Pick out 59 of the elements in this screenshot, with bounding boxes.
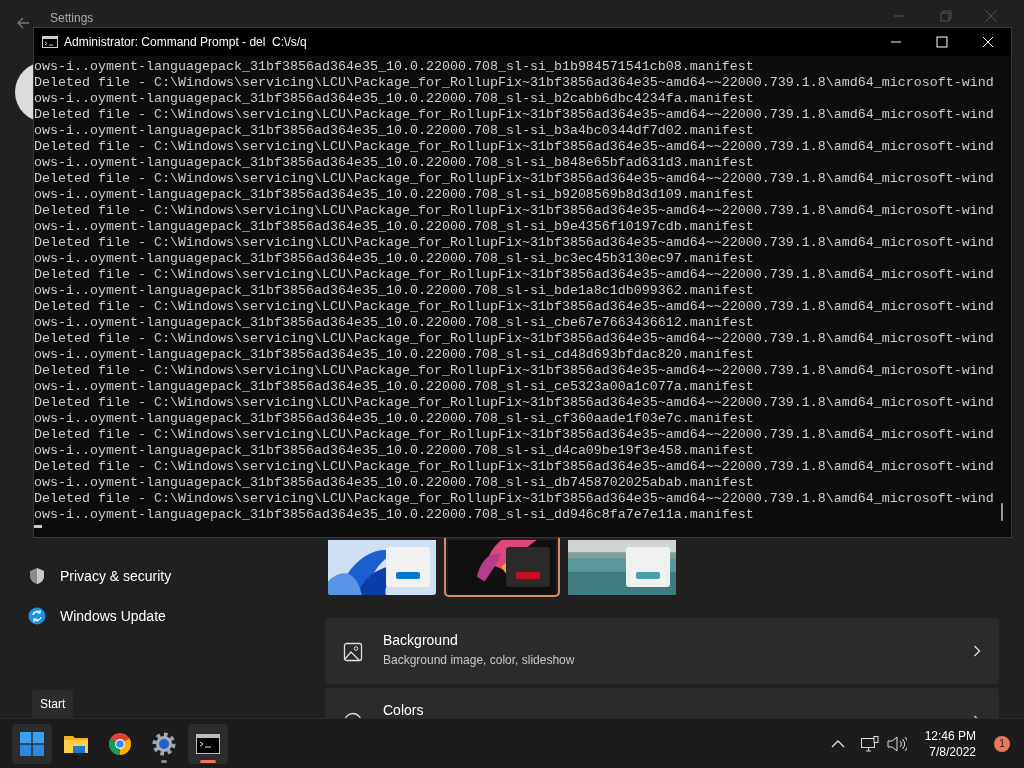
console-line: Deleted file - C:\Windows\servicing\LCU\Package_for_RollupFix~31bf3856ad364e35~amd64~~22000.739.1.8\amd64_microsoft-wind	[34, 331, 995, 347]
console-line: ows-i..oyment-languagepack_31bf3856ad364e35_10.0.22000.708_sl-si_cd48d693bfdac820.manifest	[34, 347, 755, 363]
console-line: Deleted file - C:\Windows\servicing\LCU\Package_for_RollupFix~31bf3856ad364e35~amd64~~22000.739.1.8\amd64_microsoft-wind	[34, 299, 995, 315]
scrollbar-thumb[interactable]	[1001, 503, 1003, 521]
card-subtitle: Background image, color, slideshow	[383, 652, 576, 669]
console-line: Deleted file - C:\Windows\servicing\LCU\Package_for_RollupFix~31bf3856ad364e35~amd64~~22000.739.1.8\amd64_microsoft-wind	[34, 491, 995, 507]
image-icon	[343, 642, 363, 662]
console-line: ows-i..oyment-languagepack_31bf3856ad364e35_10.0.22000.708_sl-si_b848e65bfad631d3.manifest	[34, 155, 755, 171]
gear-icon	[151, 730, 177, 757]
console-line: ows-i..oyment-languagepack_31bf3856ad364e35_10.0.22000.708_sl-si_d4ca09be19f3e458.manifest	[34, 443, 755, 459]
sidebar-item[interactable]: Windows Update	[18, 598, 298, 634]
console-line: Deleted file - C:\Windows\servicing\LCU\Package_for_RollupFix~31bf3856ad364e35~amd64~~22000.739.1.8\amd64_microsoft-wind	[34, 459, 995, 475]
notification-badge[interactable]: 1	[994, 735, 1010, 752]
chevron-up-icon[interactable]	[830, 739, 845, 748]
console-line: Deleted file - C:\Windows\servicing\LCU\Package_for_RollupFix~31bf3856ad364e35~amd64~~22000.739.1.8\amd64_microsoft-wind	[34, 75, 995, 91]
card-title: Background	[383, 631, 459, 650]
volume-icon[interactable]	[886, 735, 907, 752]
text-cursor	[34, 525, 42, 528]
console-line: Deleted file - C:\Windows\servicing\LCU\Package_for_RollupFix~31bf3856ad364e35~amd64~~22000.739.1.8\amd64_microsoft-wind	[34, 267, 995, 283]
console-line: ows-i..oyment-languagepack_31bf3856ad364e35_10.0.22000.708_sl-si_b9e4356f10197cdb.manifest	[34, 219, 755, 235]
console-line: ows-i..oyment-languagepack_31bf3856ad364e35_10.0.22000.708_sl-si_bde1a8c1db099362.manifest	[34, 283, 755, 299]
card-title: Colors	[383, 701, 425, 718]
taskbar-button[interactable]	[188, 723, 228, 764]
back-icon[interactable]	[16, 16, 30, 30]
console-line: Deleted file - C:\Windows\servicing\LCU\Package_for_RollupFix~31bf3856ad364e35~amd64~~22000.739.1.8\amd64_microsoft-wind	[34, 171, 995, 187]
start-icon	[20, 731, 44, 756]
console-icon	[42, 36, 58, 48]
console-line: Deleted file - C:\Windows\servicing\LCU\Package_for_RollupFix~31bf3856ad364e35~amd64~~22000.739.1.8\amd64_microsoft-wind	[34, 203, 995, 219]
console-line: ows-i..oyment-languagepack_31bf3856ad364e35_10.0.22000.708_sl-si_b9208569b8d3d109.manifest	[34, 187, 755, 203]
console-line: ows-i..oyment-languagepack_31bf3856ad364e35_10.0.22000.708_sl-si_cf360aade1f03e7c.manifest	[34, 411, 755, 427]
console-line: Deleted file - C:\Windows\servicing\LCU\Package_for_RollupFix~31bf3856ad364e35~amd64~~22000.739.1.8\amd64_microsoft-wind	[34, 427, 995, 443]
chevron-right-icon	[973, 645, 981, 657]
settings-card[interactable]: Background Background image, color, slideshow	[325, 618, 999, 684]
console-line: Deleted file - C:\Windows\servicing\LCU\Package_for_RollupFix~31bf3856ad364e35~amd64~~22000.739.1.8\amd64_microsoft-wind	[34, 235, 995, 251]
console-line: Deleted file - C:\Windows\servicing\LCU\Package_for_RollupFix~31bf3856ad364e35~amd64~~22000.739.1.8\amd64_microsoft-wind	[34, 139, 995, 155]
window-title: Administrator: Command Prompt - del C:\/s/q	[64, 34, 308, 51]
window-title: Settings	[50, 11, 94, 25]
console-line: ows-i..oyment-languagepack_31bf3856ad364e35_10.0.22000.708_sl-si_ce5323a00a1c077a.manifest	[34, 379, 755, 395]
taskbar-button[interactable]	[12, 723, 52, 764]
clock-date[interactable]: 7/8/2022	[929, 743, 976, 760]
console-icon	[196, 733, 220, 754]
network-icon[interactable]	[860, 735, 879, 752]
console-line: ows-i..oyment-languagepack_31bf3856ad364e35_10.0.22000.708_sl-si_b2cabb6dbc4234fa.manifest	[34, 91, 755, 107]
settings-card[interactable]: Colors	[325, 688, 999, 718]
console-line: Deleted file - C:\Windows\servicing\LCU\Package_for_RollupFix~31bf3856ad364e35~amd64~~22000.739.1.8\amd64_microsoft-wind	[34, 107, 995, 123]
console-line: ows-i..oyment-languagepack_31bf3856ad364e35_10.0.22000.708_sl-si_dd946c8fa7e7e11a.manifest	[34, 507, 755, 523]
console-line: ows-i..oyment-languagepack_31bf3856ad364e35_10.0.22000.708_sl-si_b3a4bc0344df7d02.manifest	[34, 123, 755, 139]
console-line: Deleted file - C:\Windows\servicing\LCU\Package_for_RollupFix~31bf3856ad364e35~amd64~~22000.739.1.8\amd64_microsoft-wind	[34, 395, 995, 411]
shield-icon	[28, 567, 46, 585]
console-line: ows-i..oyment-languagepack_31bf3856ad364e35_10.0.22000.708_sl-si_bc3ec45b3130ec97.manifest	[34, 251, 755, 267]
console-line: ows-i..oyment-languagepack_31bf3856ad364e35_10.0.22000.708_sl-si_db7458702025abab.manifest	[34, 475, 755, 491]
clock-time[interactable]: 12:46 PM	[924, 727, 976, 744]
console-line: Deleted file - C:\Windows\servicing\LCU\Package_for_RollupFix~31bf3856ad364e35~amd64~~22000.739.1.8\amd64_microsoft-wind	[34, 363, 995, 379]
sidebar-item[interactable]: Privacy & security	[18, 558, 298, 594]
console-line: ows-i..oyment-languagepack_31bf3856ad364e35_10.0.22000.708_sl-si_b1b984571541cb08.manifest	[34, 59, 755, 75]
console-line: ows-i..oyment-languagepack_31bf3856ad364e35_10.0.22000.708_sl-si_cbe67e7663436612.manifest	[34, 315, 755, 331]
browser-icon	[108, 731, 132, 756]
update-icon	[28, 607, 46, 625]
tooltip: Start	[32, 690, 74, 718]
